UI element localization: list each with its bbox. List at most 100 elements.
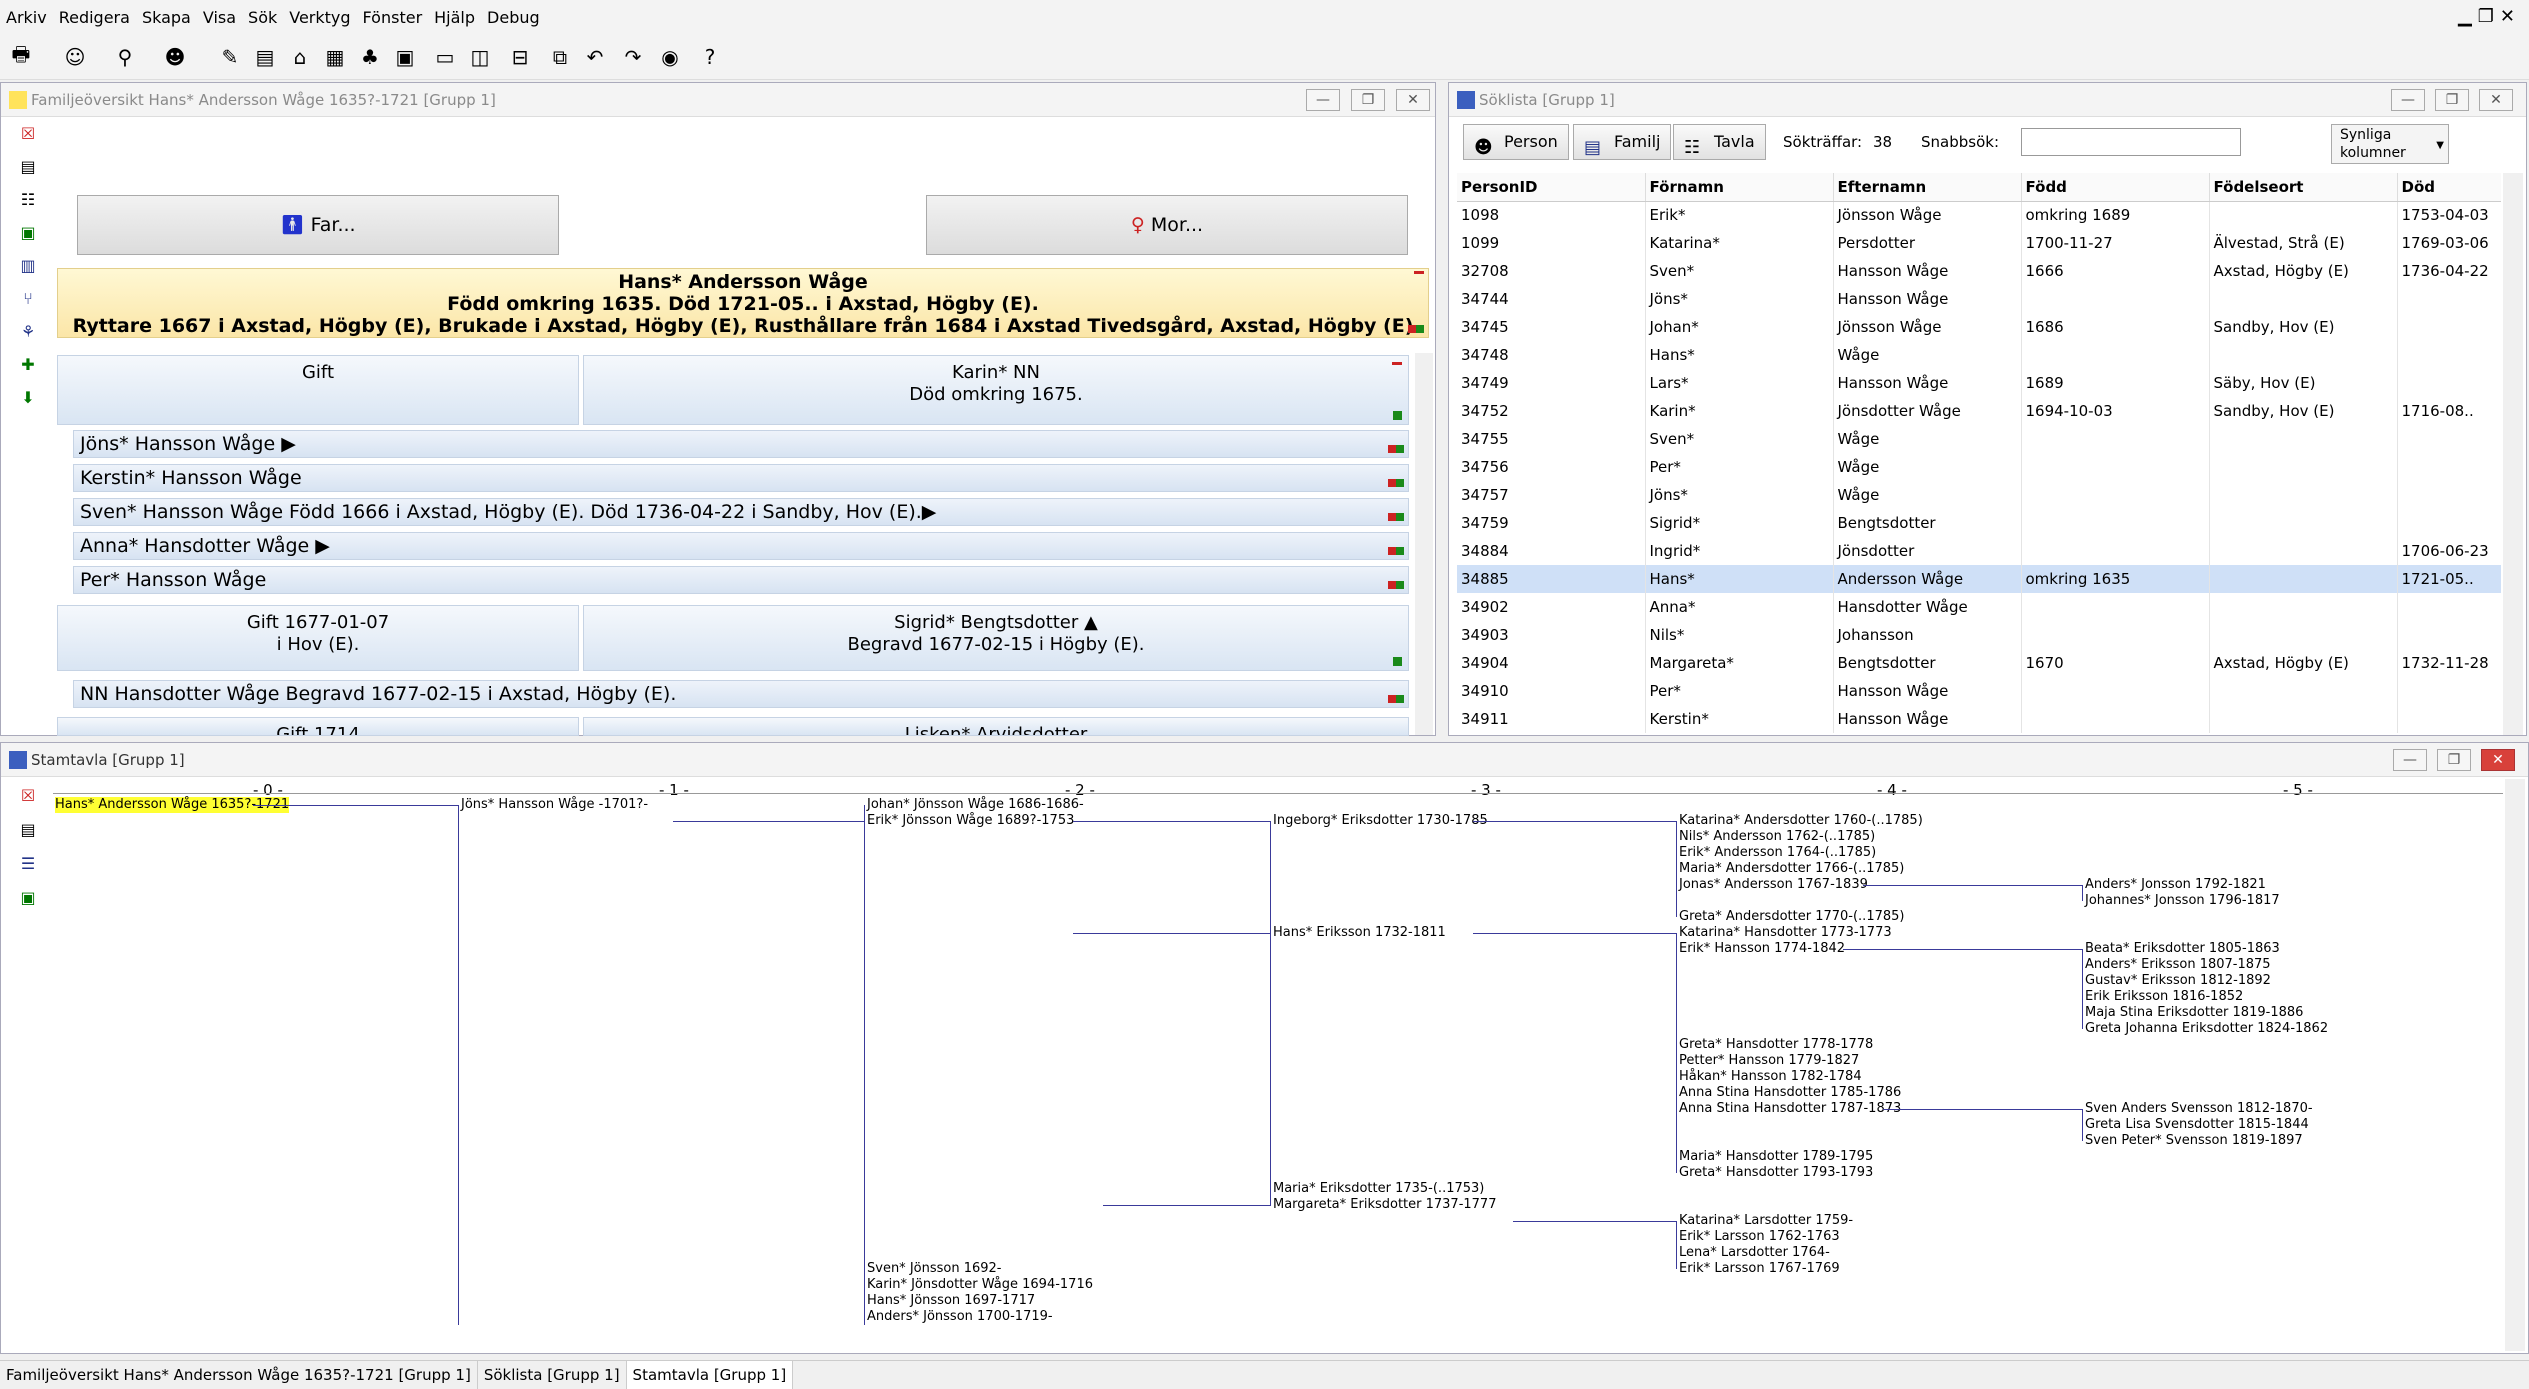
tree-person[interactable]: Maja Stina Eriksdotter 1819-1886 [2085,1005,2328,1021]
tree-person[interactable]: Maria* Hansdotter 1789-1795 [1679,1149,1901,1165]
print-icon[interactable]: 🖶 [6,42,36,72]
table-row[interactable]: 1098 Erik* Jönsson Wåge omkring 1689 1753-04… [1457,201,2501,229]
tree-person[interactable]: Nils* Andersson 1762-(..1785) [1679,829,1923,845]
columns-icon[interactable]: ▥ [17,255,39,277]
map-icon[interactable]: ▣ [17,887,39,909]
spouse-3-card[interactable]: Lisken* Arvidsdotter [583,717,1409,736]
tree-person[interactable]: Ingeborg* Eriksdotter 1730-1785 [1273,813,1488,829]
menu-verktyg[interactable]: Verktyg [283,0,356,36]
child-row[interactable]: Per* Hansson Wåge [73,566,1409,594]
tree-person[interactable]: Maria* Andersdotter 1766-(..1785) [1679,861,1923,877]
spouse-2-card[interactable]: Sigrid* Bengtsdotter ▲ Begravd 1677-02-1… [583,605,1409,671]
child-row[interactable]: Kerstin* Hansson Wåge [73,464,1409,492]
cascade-icon[interactable]: ⧉ [545,42,575,72]
person-icon[interactable]: ☺ [60,42,90,72]
maximize-button[interactable]: ❐ [2437,749,2471,771]
main-person-card[interactable]: Hans* Andersson Wåge Född omkring 1635. … [57,268,1429,338]
marriage-3-box[interactable]: Gift 1714 [57,717,579,736]
download-icon[interactable]: ⬇ [17,387,39,409]
pedigree-icon[interactable]: ⑂ [17,288,39,310]
table-row[interactable]: 34755 Sven* Wåge [1457,425,2501,453]
chart-icon[interactable]: ▣ [390,42,420,72]
tree-person[interactable]: Hans* Eriksson 1732-1811 [1273,925,1446,941]
visible-columns-button[interactable]: Synliga kolumner ▼ [2331,124,2449,164]
book-icon[interactable]: ▤ [250,42,280,72]
minimize-button[interactable]: — [1306,89,1340,111]
globe-icon[interactable]: ◉ [655,42,685,72]
close-button[interactable]: ✕ [1396,89,1430,111]
minimize-button[interactable]: — [2391,89,2425,111]
spouse-1-card[interactable]: Karin* NN Död omkring 1675. [583,355,1409,425]
menu-sok[interactable]: Sök [242,0,283,36]
menu-visa[interactable]: Visa [197,0,242,36]
task-search-list[interactable]: Söklista [Grupp 1] [478,1361,627,1389]
delete-icon[interactable]: ☒ [17,785,39,807]
sources-icon[interactable]: ▦ [320,42,350,72]
pedigree-scrollbar[interactable] [2505,779,2525,1351]
tree-person[interactable]: Greta* Hansdotter 1793-1793 [1679,1165,1901,1181]
quick-search-input[interactable] [2021,128,2241,156]
column-header[interactable]: Födelseort [2209,173,2398,202]
minimize-button[interactable]: — [2393,749,2427,771]
marriage-1-box[interactable]: Gift [57,355,579,425]
table-row[interactable]: 34885 Hans* Andersson Wåge omkring 1635 1721… [1457,565,2501,593]
tree-person[interactable]: Greta* Andersdotter 1770-(..1785) [1679,909,1923,925]
tab-person[interactable]: ☻ Person [1463,124,1569,160]
table-row[interactable]: 34744 Jöns* Hansson Wåge [1457,285,2501,313]
tab-familj[interactable]: ▤ Familj [1573,124,1672,160]
child-row[interactable]: Jöns* Hansson Wåge ▶ [73,430,1409,458]
delete-icon[interactable]: ☒ [17,123,39,145]
tree-person[interactable]: Sven Peter* Svensson 1819-1897 [2085,1133,2313,1149]
table-row[interactable]: 32708 Sven* Hansson Wåge 1666 Axstad, Högby … [1457,257,2501,285]
father-button[interactable]: 🚹︎ Far... [77,195,559,255]
table-row[interactable]: 34759 Sigrid* Bengtsdotter [1457,509,2501,537]
table-row[interactable]: 34748 Hans* Wåge [1457,341,2501,369]
tree-person[interactable]: Erik* Jönsson Wåge 1689?-1753 [867,813,1084,829]
find-person-icon[interactable]: ☻ [160,42,190,72]
tree-person[interactable]: Erik* Larsson 1767-1769 [1679,1261,1853,1277]
family-scrollbar[interactable] [1415,353,1433,735]
table-row[interactable]: 34902 Anna* Hansdotter Wåge [1457,593,2501,621]
tree-person[interactable]: Anna Stina Hansdotter 1785-1786 [1679,1085,1901,1101]
tree-person[interactable]: Johan* Jönsson Wåge 1686-1686- [867,797,1084,813]
menu-hjalp[interactable]: Hjälp [428,0,481,36]
tree-person[interactable]: Jöns* Hansson Wåge -1701?- [461,797,648,813]
tree-person[interactable]: Anna Stina Hansdotter 1787-1873 [1679,1101,1901,1117]
maximize-button[interactable]: ❐ [1351,89,1385,111]
menu-redigera[interactable]: Redigera [53,0,136,36]
undo-icon[interactable]: ↶ [580,42,610,72]
table-row[interactable]: 34910 Per* Hansson Wåge [1457,677,2501,705]
help-icon[interactable]: ? [695,42,725,72]
tree-person[interactable]: Erik* Andersson 1764-(..1785) [1679,845,1923,861]
marriage-2-box[interactable]: Gift 1677-01-07 i Hov (E). [57,605,579,671]
edit-icon[interactable]: ✎ [215,42,245,72]
split-horizontal-icon[interactable]: ⊟ [505,42,535,72]
table-row[interactable]: 34745 Johan* Jönsson Wåge 1686 Sandby, Hov (… [1457,313,2501,341]
column-header[interactable]: Efternamn [1833,173,2022,202]
table-row[interactable]: 34749 Lars* Hansson Wåge 1689 Säby, Hov (E) [1457,369,2501,397]
tree-person[interactable]: Anders* Eriksson 1807-1875 [2085,957,2328,973]
list-tree-icon[interactable]: ☷ [17,189,39,211]
column-header[interactable]: Förnamn [1645,173,1834,202]
search-binoculars-icon[interactable]: ⚲ [110,42,140,72]
tree-person[interactable]: Greta Johanna Eriksdotter 1824-1862 [2085,1021,2328,1037]
task-family-overview[interactable]: Familjeöversikt Hans* Andersson Wåge 163… [0,1361,478,1389]
tree-person[interactable]: Sven* Jönsson 1692- [867,1261,1093,1277]
tree-person[interactable]: Sven Anders Svensson 1812-1870- [2085,1101,2313,1117]
tree-person[interactable]: Margareta* Eriksdotter 1737-1777 [1273,1197,1496,1213]
note-icon[interactable]: ▤ [17,819,39,841]
close-button[interactable]: ✕ [2481,749,2515,771]
table-row[interactable]: 1099 Katarina* Persdotter 1700-11-27 Älvesta… [1457,229,2501,257]
split-vertical-icon[interactable]: ◫ [465,42,495,72]
child-row[interactable]: NN Hansdotter Wåge Begravd 1677-02-15 i … [73,680,1409,708]
map-icon[interactable]: ▣ [17,222,39,244]
home-icon[interactable]: ⌂ [285,42,315,72]
tab-tavla[interactable]: ☷ Tavla [1673,124,1766,160]
tree-person[interactable]: Petter* Hansson 1779-1827 [1679,1053,1901,1069]
column-header[interactable]: Född [2021,173,2210,202]
tree-icon[interactable]: ♣ [355,42,385,72]
table-row[interactable]: 34757 Jöns* Wåge [1457,481,2501,509]
tree-person[interactable]: Katarina* Hansdotter 1773-1773 [1679,925,1901,941]
close-button[interactable]: ✕ [2479,89,2513,111]
tree-person[interactable]: Hans* Jönsson 1697-1717 [867,1293,1093,1309]
